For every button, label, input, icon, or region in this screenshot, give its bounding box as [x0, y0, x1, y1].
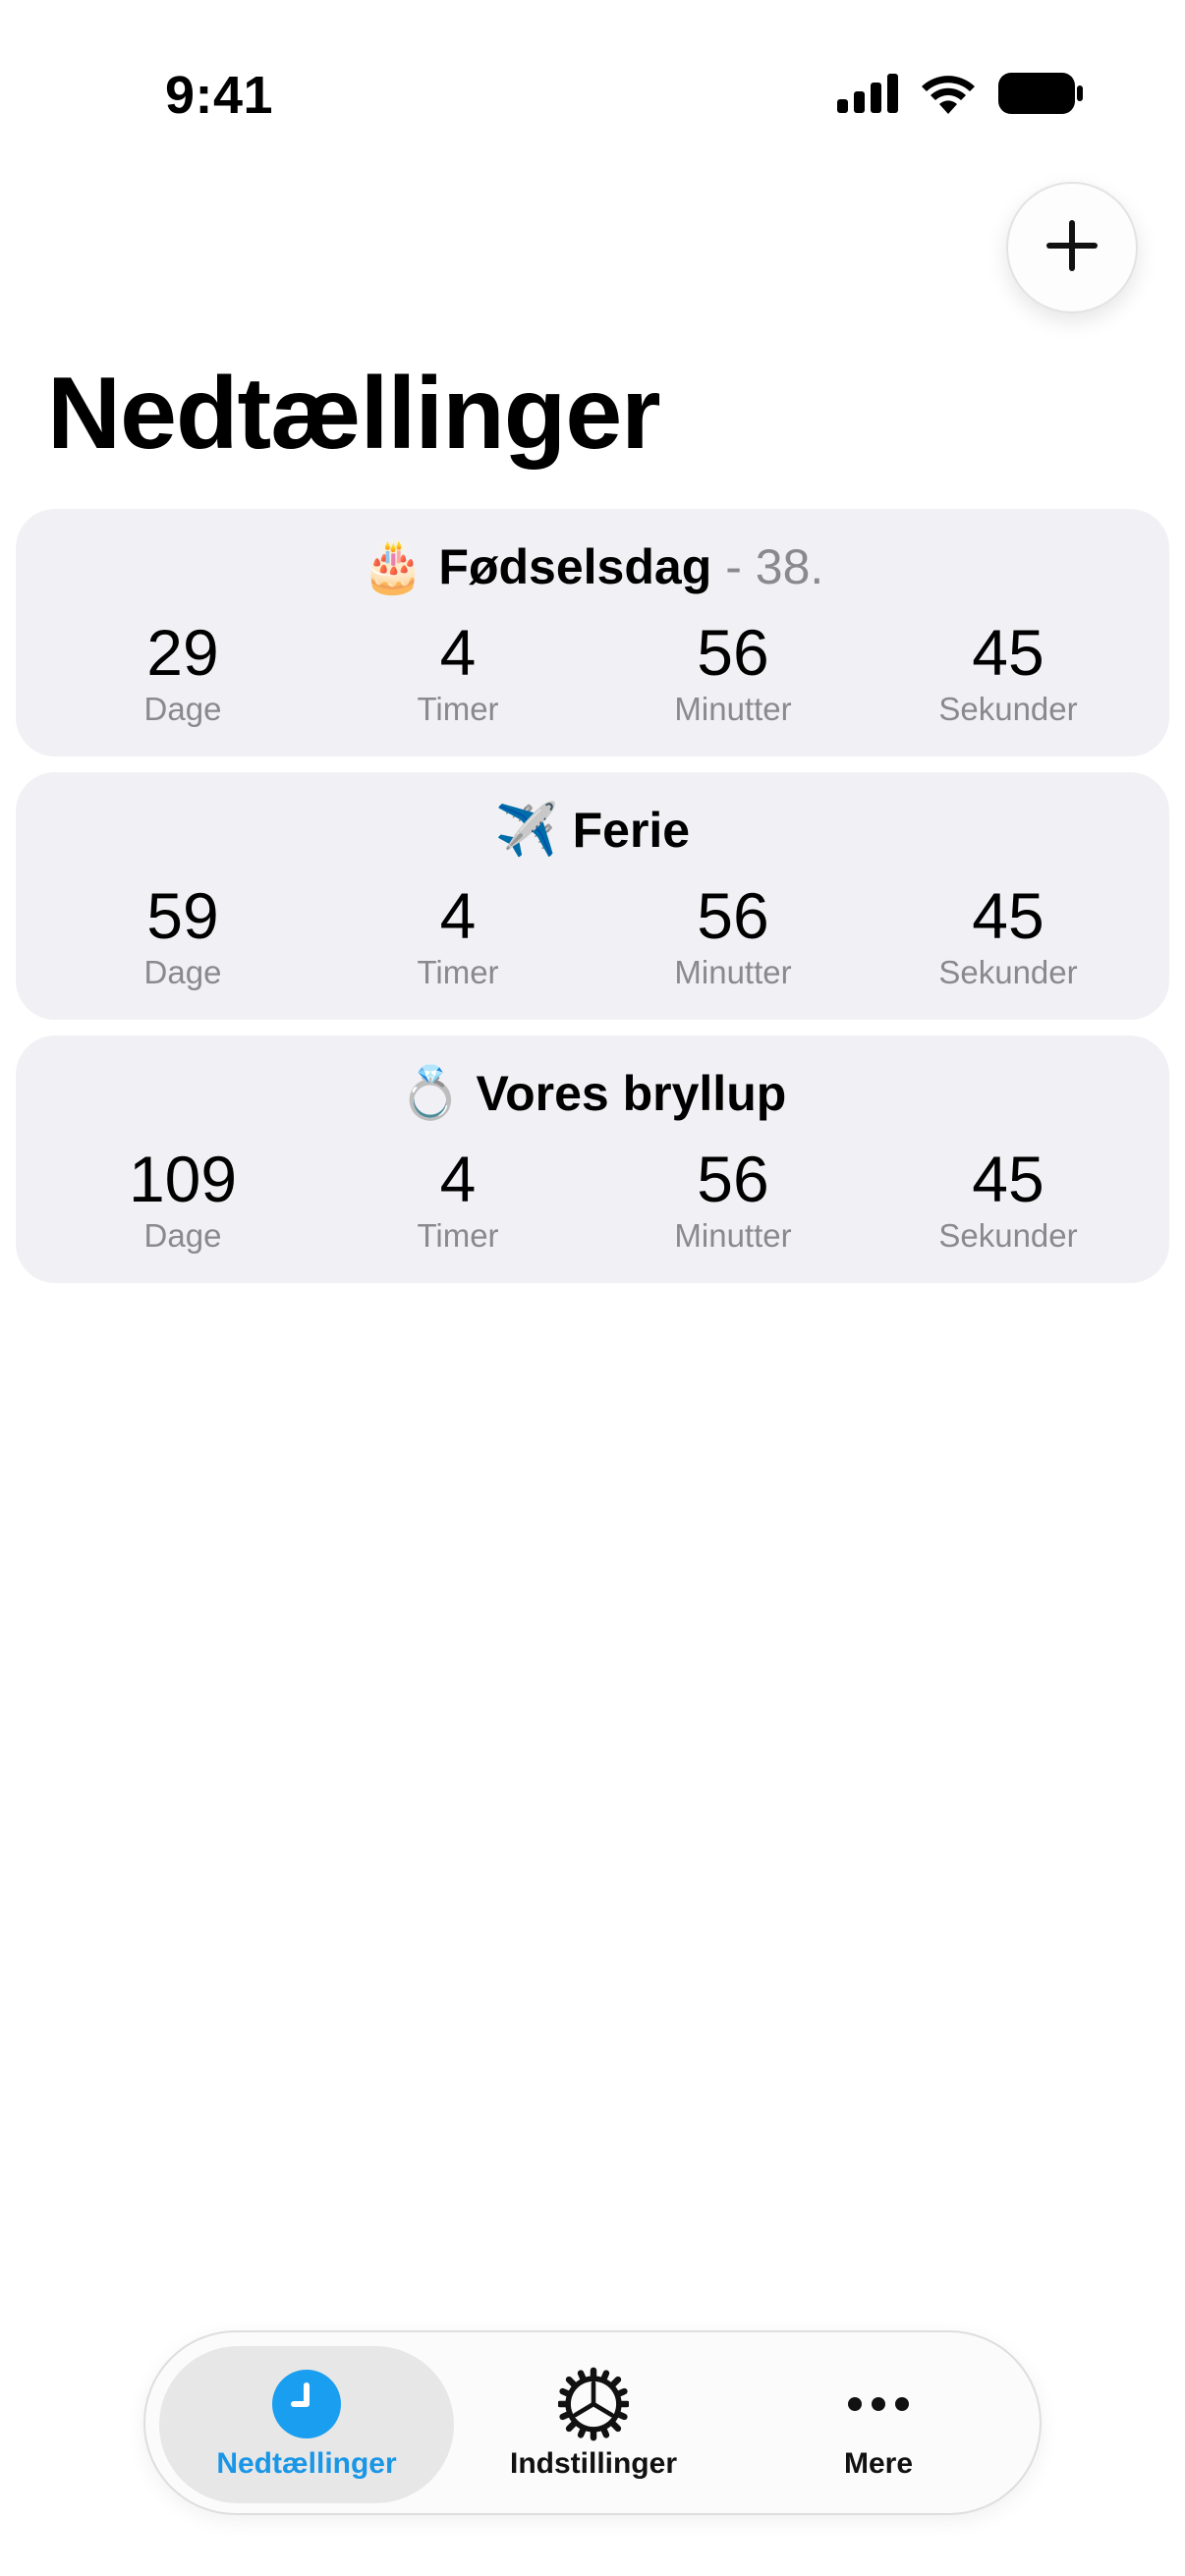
unit-label: Dage — [143, 1217, 222, 1254]
unit-label: Timer — [417, 1217, 499, 1254]
unit-label: Minutter — [674, 1217, 792, 1254]
unit-days: 109 Dage — [45, 1142, 320, 1256]
tab-more[interactable]: Mere — [731, 2346, 1026, 2503]
countdown-card-wedding[interactable]: 💍 Vores bryllup 109 Dage 4 Timer 56 Minu… — [16, 1036, 1169, 1283]
clock-icon — [271, 2369, 342, 2439]
unit-seconds: 45 Sekunder — [871, 1142, 1146, 1256]
cake-icon: 🎂 — [361, 538, 425, 595]
countdown-list: 🎂 Fødselsdag - 38. 29 Dage 4 Timer 56 Mi… — [16, 509, 1169, 1299]
countdown-card-vacation[interactable]: ✈️ Ferie 59 Dage 4 Timer 56 Minutter 45 — [16, 772, 1169, 1020]
unit-days: 59 Dage — [45, 878, 320, 992]
tab-label: Nedtællinger — [216, 2447, 397, 2480]
countdown-units: 29 Dage 4 Timer 56 Minutter 45 Sekunder — [16, 615, 1169, 729]
unit-label: Minutter — [674, 954, 792, 990]
unit-minutes: 56 Minutter — [595, 878, 871, 992]
unit-value: 45 — [972, 1143, 1044, 1215]
unit-value: 29 — [146, 616, 219, 689]
add-countdown-button[interactable] — [1006, 182, 1138, 313]
more-dots-icon — [843, 2369, 914, 2439]
unit-value: 4 — [439, 1143, 477, 1215]
ring-icon: 💍 — [398, 1065, 463, 1122]
unit-seconds: 45 Sekunder — [871, 878, 1146, 992]
unit-label: Sekunder — [938, 1217, 1078, 1254]
unit-label: Timer — [417, 691, 499, 727]
unit-minutes: 56 Minutter — [595, 1142, 871, 1256]
countdown-name: Vores bryllup — [476, 1065, 787, 1121]
countdown-name: Fødselsdag — [438, 538, 712, 594]
cellular-signal-icon — [837, 74, 898, 118]
unit-value: 45 — [972, 616, 1044, 689]
gear-icon — [558, 2367, 629, 2441]
countdown-title: 💍 Vores bryllup — [16, 1063, 1169, 1123]
unit-label: Dage — [143, 691, 222, 727]
plus-icon — [1044, 218, 1100, 278]
tab-label: Indstillinger — [509, 2447, 677, 2480]
page-title: Nedtællinger — [47, 357, 661, 471]
tab-label: Mere — [843, 2447, 914, 2480]
screen: 9:41 Nedtællinger 🎂 Fødselsdag - 38. 29 … — [0, 0, 1185, 2576]
unit-minutes: 56 Minutter — [595, 615, 871, 729]
unit-value: 45 — [972, 879, 1044, 952]
wifi-icon — [920, 73, 977, 119]
unit-value: 4 — [439, 616, 477, 689]
unit-label: Sekunder — [938, 954, 1078, 990]
unit-label: Minutter — [674, 691, 792, 727]
unit-value: 4 — [439, 879, 477, 952]
unit-days: 29 Dage — [45, 615, 320, 729]
status-bar: 9:41 — [0, 0, 1185, 187]
countdown-title: ✈️ Ferie — [16, 800, 1169, 860]
countdown-name: Ferie — [572, 802, 691, 858]
unit-value: 59 — [146, 879, 219, 952]
unit-value: 109 — [128, 1143, 238, 1215]
unit-label: Sekunder — [938, 691, 1078, 727]
unit-seconds: 45 Sekunder — [871, 615, 1146, 729]
unit-hours: 4 Timer — [320, 878, 595, 992]
countdown-units: 59 Dage 4 Timer 56 Minutter 45 Sekunder — [16, 878, 1169, 992]
unit-label: Timer — [417, 954, 499, 990]
battery-icon — [998, 73, 1083, 119]
tab-settings[interactable]: Indstillinger — [446, 2346, 741, 2503]
unit-hours: 4 Timer — [320, 1142, 595, 1256]
status-time: 9:41 — [165, 66, 274, 125]
unit-hours: 4 Timer — [320, 615, 595, 729]
countdown-card-birthday[interactable]: 🎂 Fødselsdag - 38. 29 Dage 4 Timer 56 Mi… — [16, 509, 1169, 756]
unit-value: 56 — [697, 1143, 769, 1215]
unit-value: 56 — [697, 616, 769, 689]
countdown-title: 🎂 Fødselsdag - 38. — [16, 536, 1169, 596]
tab-countdowns[interactable]: Nedtællinger — [159, 2346, 454, 2503]
unit-label: Dage — [143, 954, 222, 990]
countdown-units: 109 Dage 4 Timer 56 Minutter 45 Sekunder — [16, 1142, 1169, 1256]
airplane-icon: ✈️ — [494, 802, 559, 859]
status-icons — [837, 73, 1083, 119]
tab-bar: Nedtællinger Indstillinger Mere — [143, 2330, 1042, 2515]
countdown-suffix: - 38. — [725, 538, 824, 594]
unit-value: 56 — [697, 879, 769, 952]
